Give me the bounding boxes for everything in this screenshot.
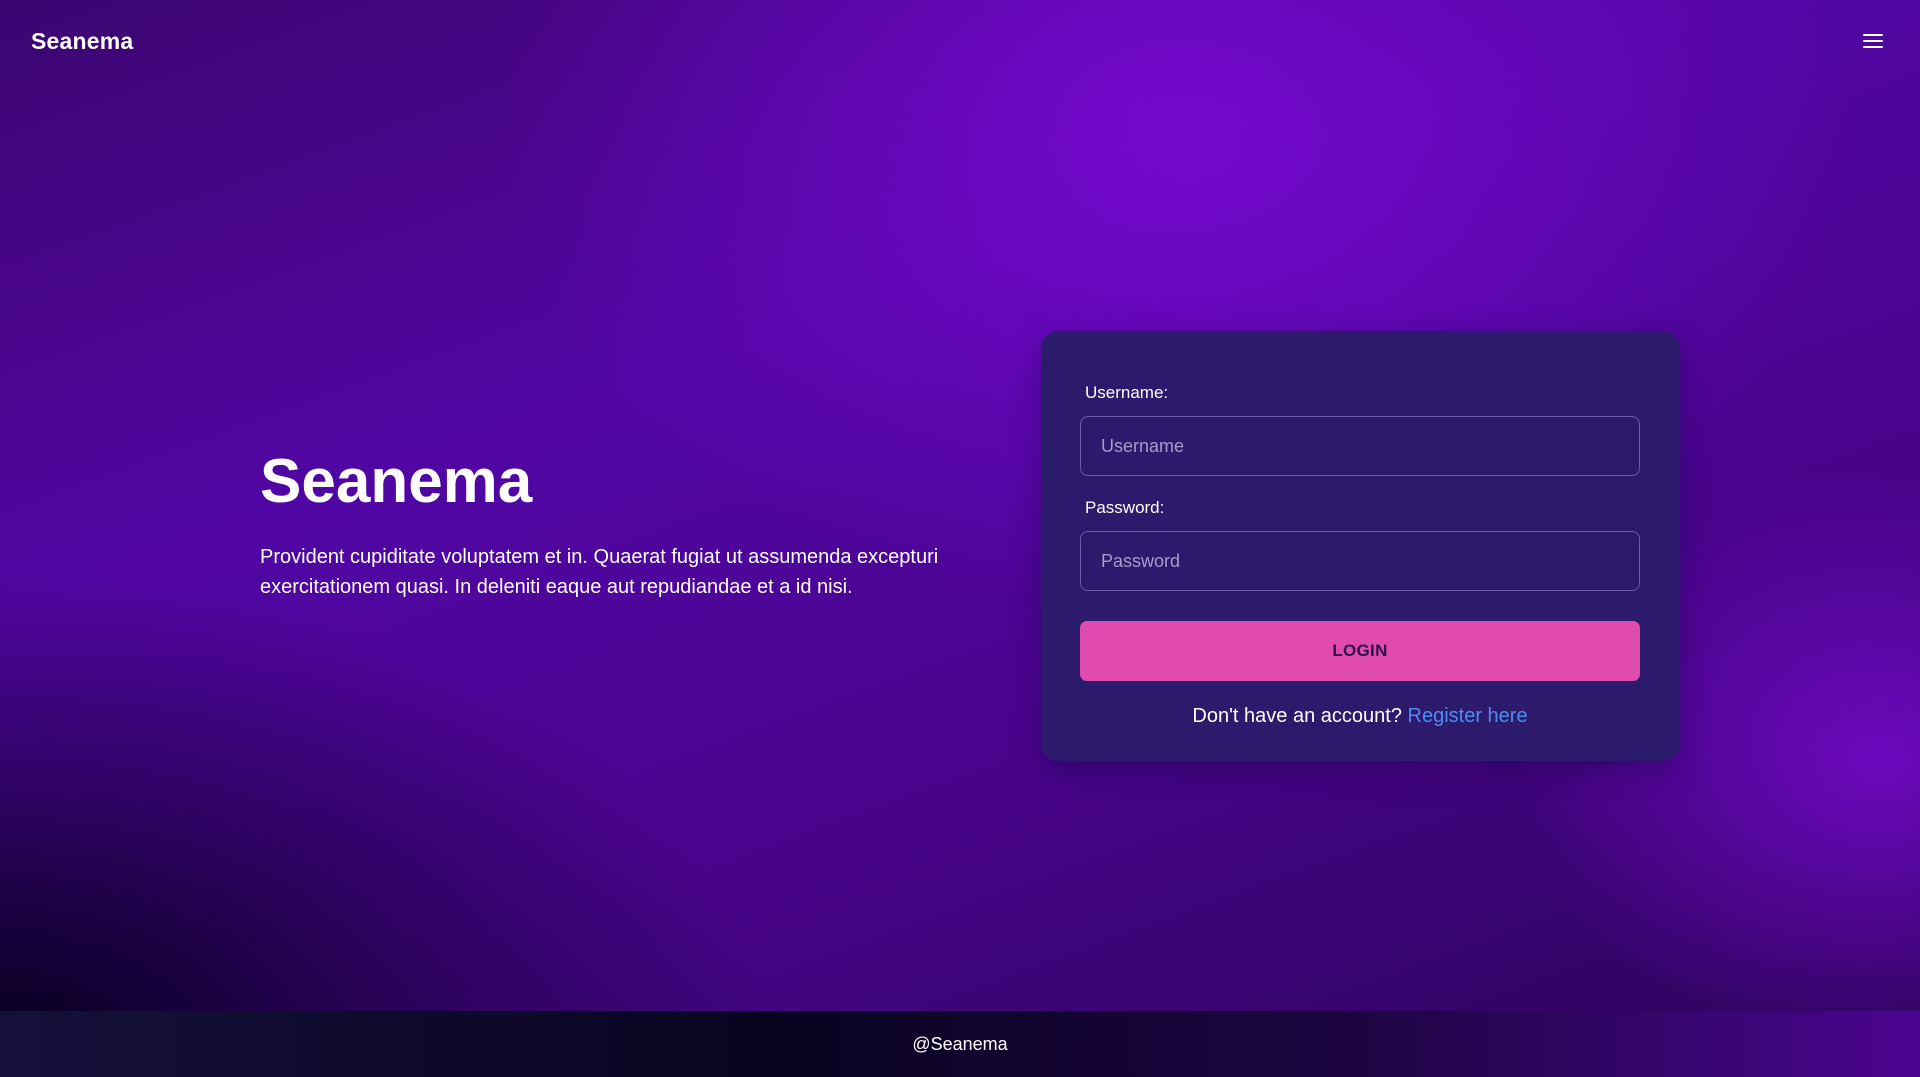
password-label: Password: [1085,498,1165,517]
register-prompt-text: Don't have an account? [1192,705,1402,727]
menu-bar [1863,34,1883,36]
register-prompt: Don't have an account? Register here [1080,705,1640,728]
hero-section: Seanema Provident cupiditate voluptatem … [260,447,980,602]
username-label: Username: [1085,383,1169,402]
username-input[interactable] [1080,416,1640,476]
menu-bar [1863,40,1883,42]
password-input[interactable] [1080,531,1640,591]
brand-logo-link[interactable]: Seanema [31,28,133,55]
hero-description-line-1: Provident cupiditate voluptatem et in. Q… [260,546,939,569]
hero-title: Seanema [260,447,533,516]
footer-text: @Seanema [912,1033,1008,1054]
login-card: Username: Password: LOGIN Don't have an … [1041,331,1680,761]
menu-bar [1863,46,1883,48]
hero-description-line-2: exercitationem quasi. In deleniti eaque … [260,576,853,599]
top-navbar: Seanema [0,0,1920,82]
hamburger-menu-icon[interactable] [1861,31,1885,51]
login-button[interactable]: LOGIN [1080,621,1640,681]
footer: @Seanema [0,1011,1920,1077]
hero-description: Provident cupiditate voluptatem et in. Q… [260,542,980,602]
register-link[interactable]: Register here [1408,705,1528,727]
